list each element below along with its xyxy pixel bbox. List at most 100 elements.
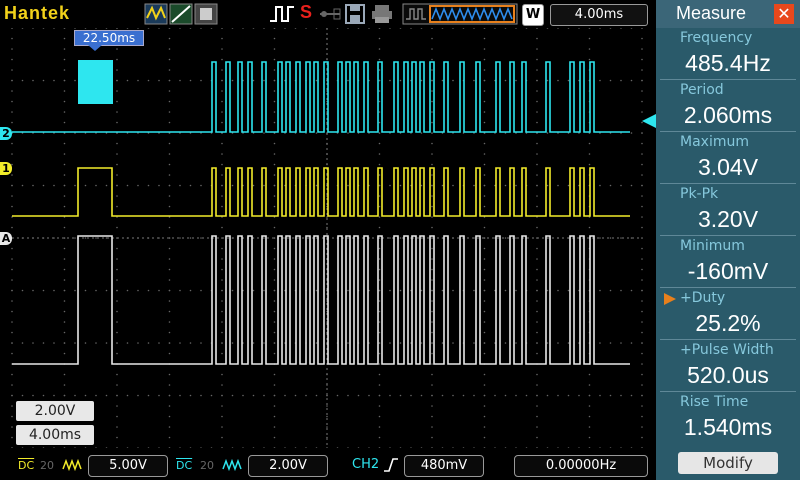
grid-dot — [273, 184, 276, 187]
math-marker[interactable]: A — [0, 232, 12, 245]
grid-dot — [536, 436, 538, 439]
close-icon[interactable]: ✕ — [774, 4, 794, 24]
grid-dot — [53, 394, 55, 397]
trigger-level-readout[interactable]: 480mV — [404, 455, 484, 477]
grid-dot — [378, 195, 381, 197]
grid-dot — [599, 342, 601, 344]
grid-dot — [284, 447, 286, 448]
grid-dot — [221, 268, 223, 271]
grid-dot — [326, 447, 328, 448]
save-icon[interactable] — [345, 3, 365, 25]
trigger-offset-text: 22.50ms — [82, 31, 136, 45]
grid-dot — [588, 405, 591, 407]
grid-dot — [483, 258, 486, 260]
grid-dot — [263, 28, 265, 29]
grid-dot — [588, 163, 591, 166]
grid-dot — [116, 48, 118, 50]
ch1-marker[interactable]: 1 — [0, 162, 12, 175]
trigger-level-arrow[interactable] — [640, 114, 656, 128]
grid-dot — [641, 111, 643, 113]
grid-dot — [378, 132, 381, 134]
top-toolbar: Hantek S W 4.00ms — [0, 0, 656, 28]
grid-dot — [189, 237, 192, 239]
grid-dot — [63, 163, 66, 166]
grid-dot — [221, 28, 223, 29]
grid-dot — [536, 279, 538, 281]
display-mode-icons[interactable] — [144, 3, 220, 25]
grid-dot — [641, 174, 643, 176]
grid-dot — [641, 258, 643, 260]
grid-dot — [378, 384, 381, 386]
ch2-scale-readout[interactable]: 2.00V — [248, 455, 328, 477]
grid-dot — [378, 174, 381, 176]
grid-dot — [11, 436, 13, 439]
grid-dot — [63, 268, 66, 271]
grid-dot — [137, 79, 139, 82]
trigger-mode-indicator[interactable]: W — [522, 4, 544, 26]
grid-dot — [273, 415, 276, 418]
waveform-display[interactable]: 22.50ms 2 1 A 2.00V 4.00ms — [0, 28, 656, 448]
grid-dot — [168, 373, 171, 376]
grid-dot — [483, 279, 486, 281]
grid-dot — [483, 384, 486, 386]
grid-dot — [116, 300, 118, 302]
grid-dot — [378, 247, 381, 250]
grid-dot — [95, 394, 97, 397]
modify-button[interactable]: Modify — [678, 452, 778, 474]
grid-dot — [63, 258, 66, 260]
grid-dot — [483, 111, 486, 113]
grid-dot — [536, 258, 538, 260]
grid-dot — [630, 394, 633, 397]
grid-dot — [483, 436, 486, 439]
grid-dot — [63, 142, 66, 145]
grid-dot — [378, 100, 381, 103]
grid-dot — [42, 289, 45, 292]
grid-dot — [221, 352, 223, 355]
grid-dot — [588, 436, 591, 439]
grid-dot — [95, 447, 97, 448]
grid-dot — [221, 415, 223, 418]
grid-dot — [620, 237, 622, 239]
grid-dot — [431, 195, 433, 197]
grid-dot — [168, 100, 171, 103]
grid-dot — [504, 79, 507, 82]
grid-dot — [231, 28, 234, 29]
grid-dot — [116, 289, 118, 292]
run-stop-status[interactable]: S — [300, 2, 312, 24]
grid-dot — [168, 37, 171, 40]
timebase-readout[interactable]: 4.00ms — [550, 4, 648, 26]
grid-dot — [609, 237, 612, 239]
ch2-bw-limit: 20 — [200, 459, 214, 472]
grid-dot — [588, 426, 591, 428]
grid-dot — [630, 28, 633, 29]
measure-divider — [660, 183, 796, 184]
ch2-marker[interactable]: 2 — [0, 127, 12, 140]
grid-dot — [11, 426, 13, 428]
grid-dot — [641, 216, 643, 218]
trigger-offset-marker[interactable]: 22.50ms — [74, 30, 144, 46]
grid-dot — [116, 405, 118, 407]
grid-dot — [431, 132, 433, 134]
grid-dot — [620, 342, 622, 344]
grid-dot — [431, 216, 433, 218]
grid-dot — [263, 79, 265, 82]
grid-dot — [431, 394, 433, 397]
grid-dot — [168, 69, 171, 71]
grid-dot — [536, 300, 538, 302]
grid-dot — [441, 184, 444, 187]
grid-dot — [221, 279, 223, 281]
grid-dot — [431, 436, 433, 439]
grid-dot — [168, 394, 171, 397]
grid-dot — [599, 289, 601, 292]
grid-dot — [252, 184, 255, 187]
measure-title: Measure — [676, 3, 747, 23]
grid-dot — [63, 174, 66, 176]
grid-dot — [221, 289, 223, 292]
grid-dot — [273, 310, 276, 313]
trigger-edge-icon[interactable] — [268, 3, 298, 25]
grid-dot — [578, 28, 580, 29]
print-icon[interactable] — [370, 3, 394, 25]
grid-dot — [74, 394, 76, 397]
grid-dot — [63, 394, 66, 397]
ch1-scale-readout[interactable]: 5.00V — [88, 455, 168, 477]
